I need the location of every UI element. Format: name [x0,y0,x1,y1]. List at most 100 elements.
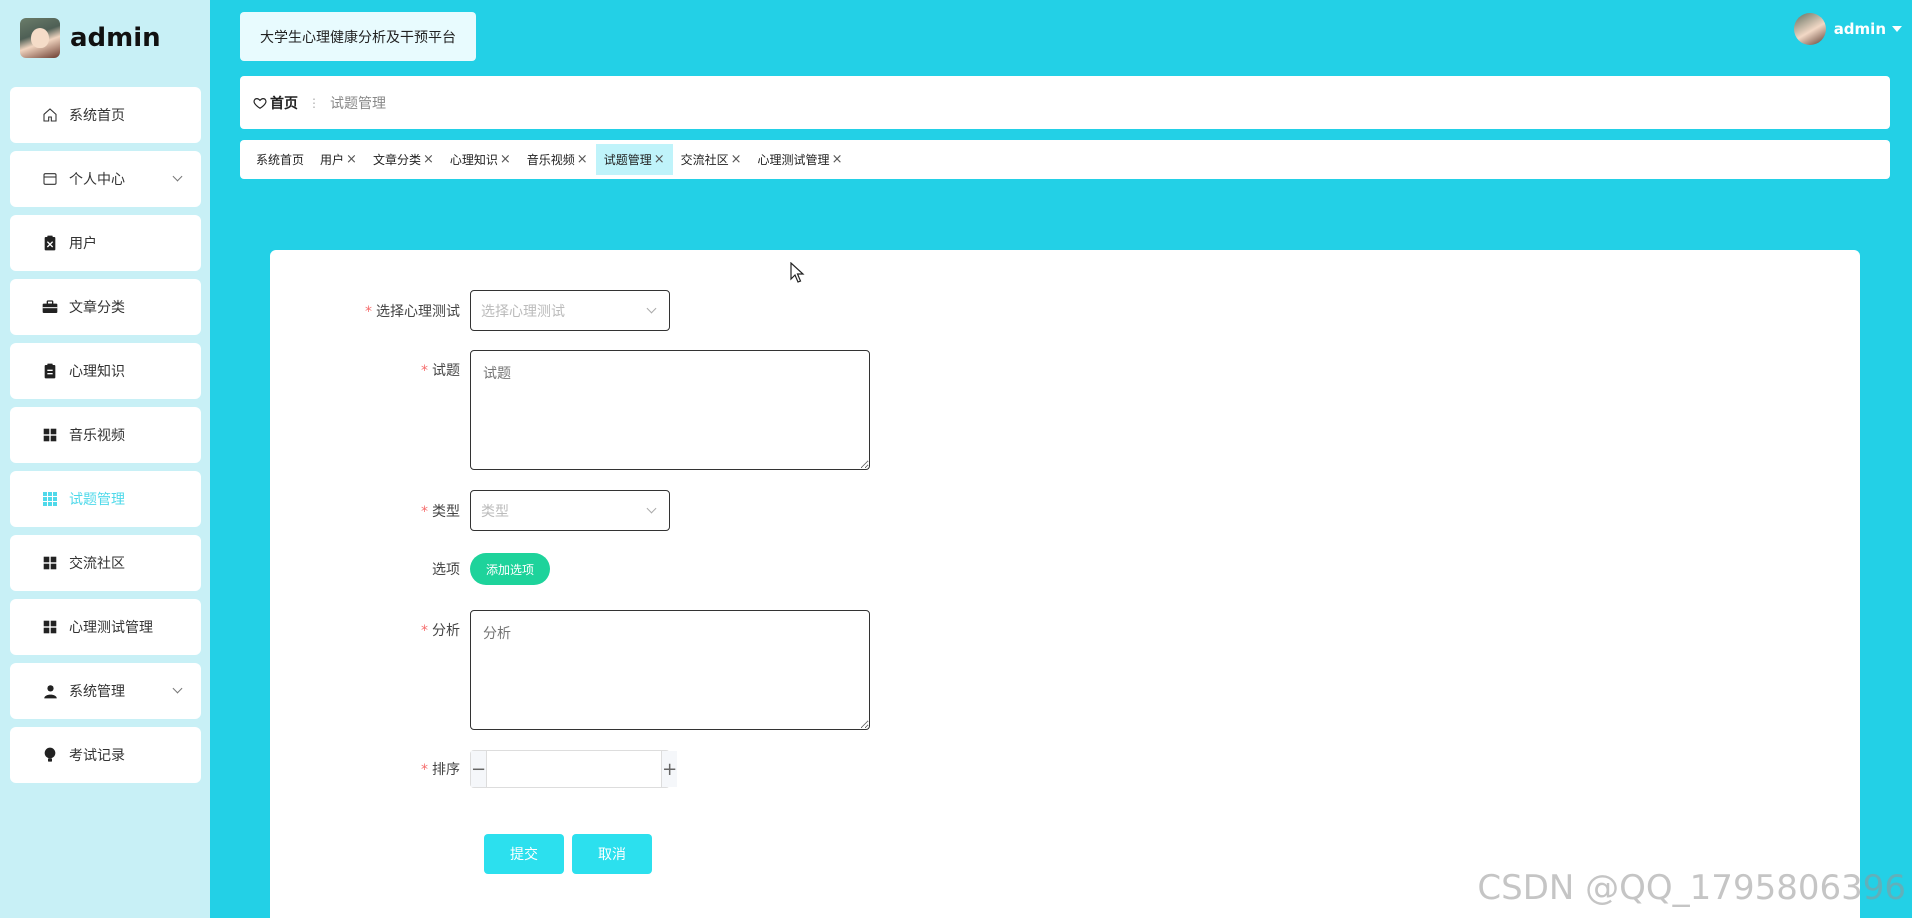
type-select[interactable]: 类型 [470,490,670,531]
type-label: * 类型 [270,501,470,521]
increment-button[interactable]: + [661,751,678,787]
test-select-placeholder: 选择心理测试 [481,303,565,320]
sidebar-item-7[interactable]: 交流社区 [10,535,201,591]
type-label-text: 类型 [432,503,460,520]
breadcrumb-home[interactable]: 首页 [253,93,298,113]
required-mark: * [421,623,428,639]
brand-avatar [20,18,60,58]
required-mark: * [421,363,428,379]
tab-3[interactable]: 心理知识 × [442,144,519,175]
sidebar-item-3[interactable]: 文章分类 [10,279,201,335]
user-name: admin [1833,20,1886,38]
tab-6[interactable]: 交流社区 × [673,144,750,175]
sidebar-item-label: 系统首页 [69,108,125,124]
sidebar-item-label: 交流社区 [69,556,125,572]
decrement-button[interactable]: − [471,751,488,787]
sidebar-item-10[interactable]: 考试记录 [10,727,201,783]
avatar [1793,13,1826,45]
breadcrumb-current: 试题管理 [330,95,386,112]
sidebar-item-2[interactable]: 用户 [10,215,201,271]
analysis-label: * 分析 [270,610,470,730]
sidebar-item-1[interactable]: 个人中心 [10,151,201,207]
clipboard-x-icon [41,234,59,252]
sidebar-item-label: 心理知识 [69,364,125,380]
close-icon[interactable]: × [500,152,511,167]
analysis-textarea[interactable] [470,610,870,730]
tab-label: 文章分类 [372,153,421,167]
sidebar-item-label: 试题管理 [69,492,125,508]
form-actions: 提交 取消 [484,834,660,874]
sidebar-item-6[interactable]: 试题管理 [10,471,201,527]
sidebar: admin 系统首页个人中心用户文章分类心理知识音乐视频试题管理交流社区心理测试… [0,0,210,918]
sidebar-item-8[interactable]: 心理测试管理 [10,599,201,655]
briefcase-icon [41,298,59,316]
tab-label: 交流社区 [680,153,729,167]
sidebar-item-label: 用户 [69,236,97,252]
sidebar-item-label: 个人中心 [69,172,125,188]
bulb-icon [41,746,59,764]
sidebar-item-9[interactable]: 系统管理 [10,663,201,719]
grid-9-icon [41,490,59,508]
analysis-label-text: 分析 [432,623,460,639]
form-row-type: * 类型 类型 [270,490,670,531]
breadcrumb-separator: ⋮ [308,95,320,110]
tab-7[interactable]: 心理测试管理 × [750,144,851,175]
sidebar-item-label: 音乐视频 [69,428,125,444]
breadcrumb-home-label: 首页 [270,95,298,112]
tab-2[interactable]: 文章分类 × [365,144,442,175]
grid-icon [41,554,59,572]
submit-button[interactable]: 提交 [484,834,564,874]
tab-5[interactable]: 试题管理 × [595,144,673,175]
tab-label: 用户 [320,153,345,167]
user-icon [41,682,59,700]
platform-title: 大学生心理健康分析及干预平台 [240,12,476,61]
tab-label: 试题管理 [603,153,652,167]
tab-label: 音乐视频 [526,153,575,167]
chevron-down-icon [172,683,183,694]
question-label: * 试题 [270,350,470,470]
brand-title: admin [70,23,161,53]
test-label-text: 选择心理测试 [376,303,460,320]
form-row-analysis: * 分析 [270,610,870,730]
mouse-cursor-icon [790,262,805,283]
heart-icon [253,97,267,109]
form-row-options: 选项 添加选项 [270,553,551,585]
question-label-text: 试题 [432,363,460,379]
chevron-down-icon [172,171,183,182]
sidebar-item-5[interactable]: 音乐视频 [10,407,201,463]
close-icon[interactable]: × [654,152,665,167]
close-icon[interactable]: × [731,152,742,167]
test-label: * 选择心理测试 [270,301,470,321]
close-icon[interactable]: × [832,152,843,167]
order-label-text: 排序 [432,762,460,778]
sidebar-item-0[interactable]: 系统首页 [10,87,201,143]
watermark: CSDN @QQ_1795806396 [1477,868,1906,908]
grid-icon [41,426,59,444]
form-row-question: * 试题 [270,350,870,470]
clipboard-icon [41,362,59,380]
tab-4[interactable]: 音乐视频 × [519,144,596,175]
tab-0[interactable]: 系统首页 [248,144,312,175]
question-textarea[interactable] [470,350,870,470]
tab-1[interactable]: 用户 × [312,144,365,175]
required-mark: * [421,503,428,520]
caret-down-icon [1892,26,1902,32]
close-icon[interactable]: × [346,152,357,167]
tab-label: 心理知识 [449,153,498,167]
tab-label: 系统首页 [256,153,305,167]
cancel-button[interactable]: 取消 [572,834,652,874]
user-menu[interactable]: admin [1793,13,1902,45]
type-select-placeholder: 类型 [481,503,509,520]
breadcrumb: 首页 ⋮ 试题管理 [240,76,1890,129]
sidebar-item-label: 考试记录 [69,748,125,764]
test-select[interactable]: 选择心理测试 [470,290,670,331]
sidebar-item-4[interactable]: 心理知识 [10,343,201,399]
options-label: 选项 [432,562,460,578]
card-icon [41,170,59,188]
required-mark: * [421,762,428,778]
brand: admin [20,18,161,58]
close-icon[interactable]: × [577,152,588,167]
order-input[interactable] [487,751,662,787]
add-option-button[interactable]: 添加选项 [470,553,551,585]
close-icon[interactable]: × [423,152,434,167]
